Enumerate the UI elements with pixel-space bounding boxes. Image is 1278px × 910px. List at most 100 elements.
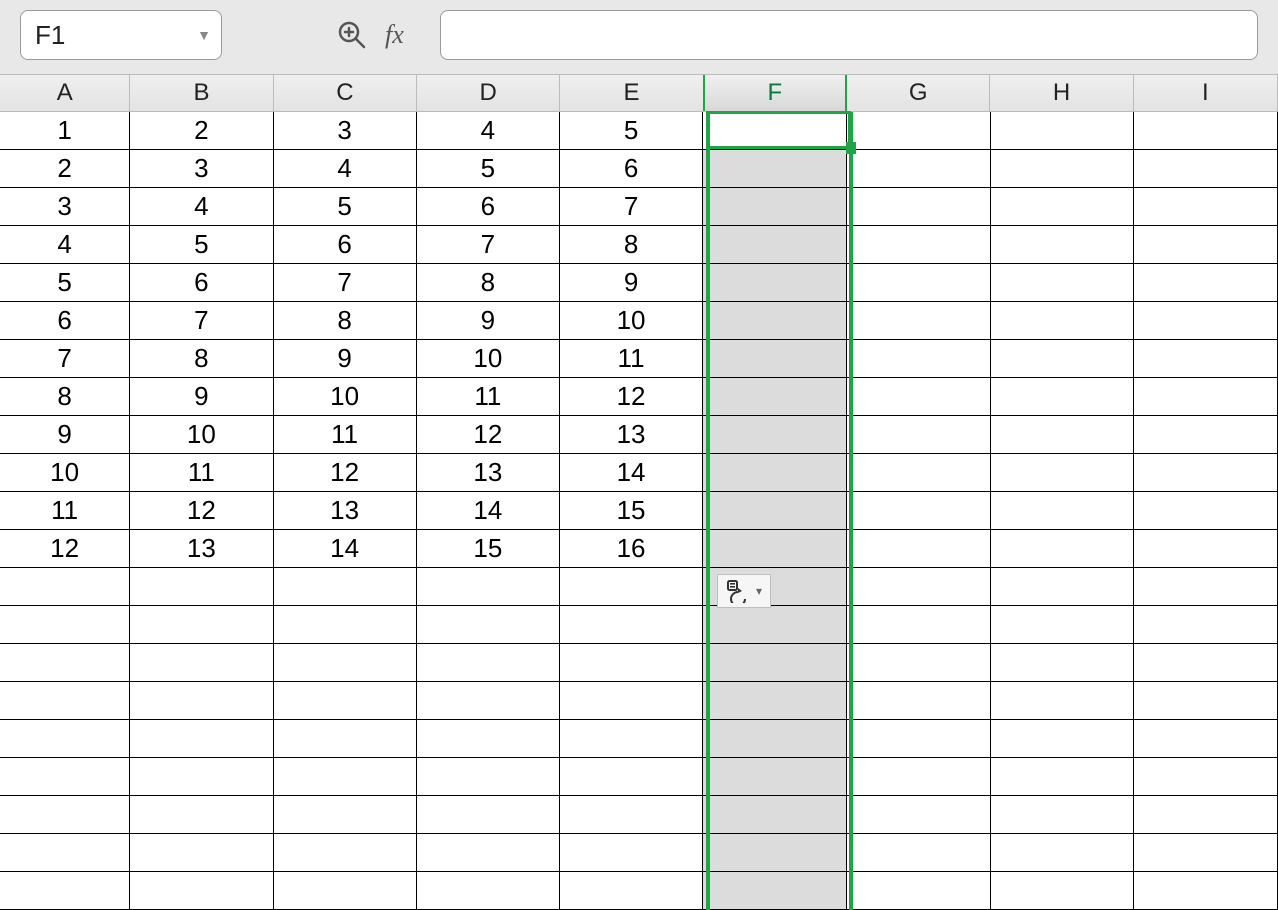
cell-F12[interactable] [703, 530, 847, 567]
cell-C3[interactable]: 5 [274, 188, 417, 225]
column-header-C[interactable]: C [274, 75, 417, 111]
cell-G18[interactable] [847, 758, 990, 795]
cell-B11[interactable]: 12 [130, 492, 273, 529]
cell-E20[interactable] [560, 834, 703, 871]
cell-B21[interactable] [130, 872, 273, 909]
cell-F2[interactable] [703, 150, 847, 187]
cell-H4[interactable] [991, 226, 1134, 263]
cell-C13[interactable] [274, 568, 417, 605]
cell-I11[interactable] [1134, 492, 1278, 529]
cell-H6[interactable] [991, 302, 1134, 339]
cell-C19[interactable] [274, 796, 417, 833]
cell-E6[interactable]: 10 [560, 302, 703, 339]
cell-C16[interactable] [274, 682, 417, 719]
cell-G6[interactable] [847, 302, 990, 339]
cell-B9[interactable]: 10 [130, 416, 273, 453]
cell-E4[interactable]: 8 [560, 226, 703, 263]
cell-D5[interactable]: 8 [417, 264, 560, 301]
cell-G16[interactable] [847, 682, 990, 719]
cell-B15[interactable] [130, 644, 273, 681]
cell-I3[interactable] [1134, 188, 1278, 225]
cell-I6[interactable] [1134, 302, 1278, 339]
cell-D9[interactable]: 12 [417, 416, 560, 453]
paste-options-button[interactable]: ▾ [717, 574, 771, 608]
cell-F20[interactable] [703, 834, 847, 871]
cell-I19[interactable] [1134, 796, 1278, 833]
cell-B19[interactable] [130, 796, 273, 833]
cell-G11[interactable] [847, 492, 990, 529]
cell-C1[interactable]: 3 [274, 112, 417, 149]
cell-A1[interactable]: 1 [0, 112, 130, 149]
cell-E11[interactable]: 15 [560, 492, 703, 529]
cell-B8[interactable]: 9 [130, 378, 273, 415]
cell-F1[interactable] [703, 112, 847, 149]
cell-H3[interactable] [991, 188, 1134, 225]
cell-G14[interactable] [847, 606, 990, 643]
column-header-E[interactable]: E [560, 75, 703, 111]
cell-F19[interactable] [703, 796, 847, 833]
cell-E5[interactable]: 9 [560, 264, 703, 301]
cell-E10[interactable]: 14 [560, 454, 703, 491]
cell-I5[interactable] [1134, 264, 1278, 301]
cell-D19[interactable] [417, 796, 560, 833]
cell-E3[interactable]: 7 [560, 188, 703, 225]
cell-H19[interactable] [991, 796, 1134, 833]
cell-H12[interactable] [991, 530, 1134, 567]
cell-D11[interactable]: 14 [417, 492, 560, 529]
cell-B7[interactable]: 8 [130, 340, 273, 377]
cell-G10[interactable] [847, 454, 990, 491]
cell-A5[interactable]: 5 [0, 264, 130, 301]
cell-G7[interactable] [847, 340, 990, 377]
cell-E2[interactable]: 6 [560, 150, 703, 187]
cell-A11[interactable]: 11 [0, 492, 130, 529]
cell-D16[interactable] [417, 682, 560, 719]
cell-D4[interactable]: 7 [417, 226, 560, 263]
cell-I10[interactable] [1134, 454, 1278, 491]
cell-E15[interactable] [560, 644, 703, 681]
cell-G13[interactable] [847, 568, 990, 605]
chevron-down-icon[interactable]: ▼ [197, 27, 211, 43]
column-header-D[interactable]: D [417, 75, 560, 111]
cell-F7[interactable] [703, 340, 847, 377]
cell-F4[interactable] [703, 226, 847, 263]
zoom-in-icon[interactable] [334, 17, 370, 53]
cell-H5[interactable] [991, 264, 1134, 301]
cell-H16[interactable] [991, 682, 1134, 719]
cell-B14[interactable] [130, 606, 273, 643]
cell-B6[interactable]: 7 [130, 302, 273, 339]
cell-I17[interactable] [1134, 720, 1278, 757]
cell-A7[interactable]: 7 [0, 340, 130, 377]
cell-A18[interactable] [0, 758, 130, 795]
cell-A19[interactable] [0, 796, 130, 833]
cell-G1[interactable] [847, 112, 990, 149]
cell-B13[interactable] [130, 568, 273, 605]
cell-G19[interactable] [847, 796, 990, 833]
cell-C6[interactable]: 8 [274, 302, 417, 339]
cell-H7[interactable] [991, 340, 1134, 377]
cell-I13[interactable] [1134, 568, 1278, 605]
cell-A4[interactable]: 4 [0, 226, 130, 263]
cell-G20[interactable] [847, 834, 990, 871]
cell-B5[interactable]: 6 [130, 264, 273, 301]
cell-D1[interactable]: 4 [417, 112, 560, 149]
cell-A10[interactable]: 10 [0, 454, 130, 491]
cell-B2[interactable]: 3 [130, 150, 273, 187]
cell-A9[interactable]: 9 [0, 416, 130, 453]
cell-D13[interactable] [417, 568, 560, 605]
cell-A12[interactable]: 12 [0, 530, 130, 567]
cell-H21[interactable] [991, 872, 1134, 909]
cell-D15[interactable] [417, 644, 560, 681]
cell-B17[interactable] [130, 720, 273, 757]
cell-I1[interactable] [1134, 112, 1278, 149]
cell-H15[interactable] [991, 644, 1134, 681]
name-box[interactable]: F1 ▼ [20, 10, 222, 60]
column-header-B[interactable]: B [130, 75, 273, 111]
cell-C2[interactable]: 4 [274, 150, 417, 187]
cell-A6[interactable]: 6 [0, 302, 130, 339]
cell-C11[interactable]: 13 [274, 492, 417, 529]
formula-input[interactable] [440, 10, 1258, 60]
cell-I12[interactable] [1134, 530, 1278, 567]
cell-F9[interactable] [703, 416, 847, 453]
cell-C4[interactable]: 6 [274, 226, 417, 263]
cell-E14[interactable] [560, 606, 703, 643]
